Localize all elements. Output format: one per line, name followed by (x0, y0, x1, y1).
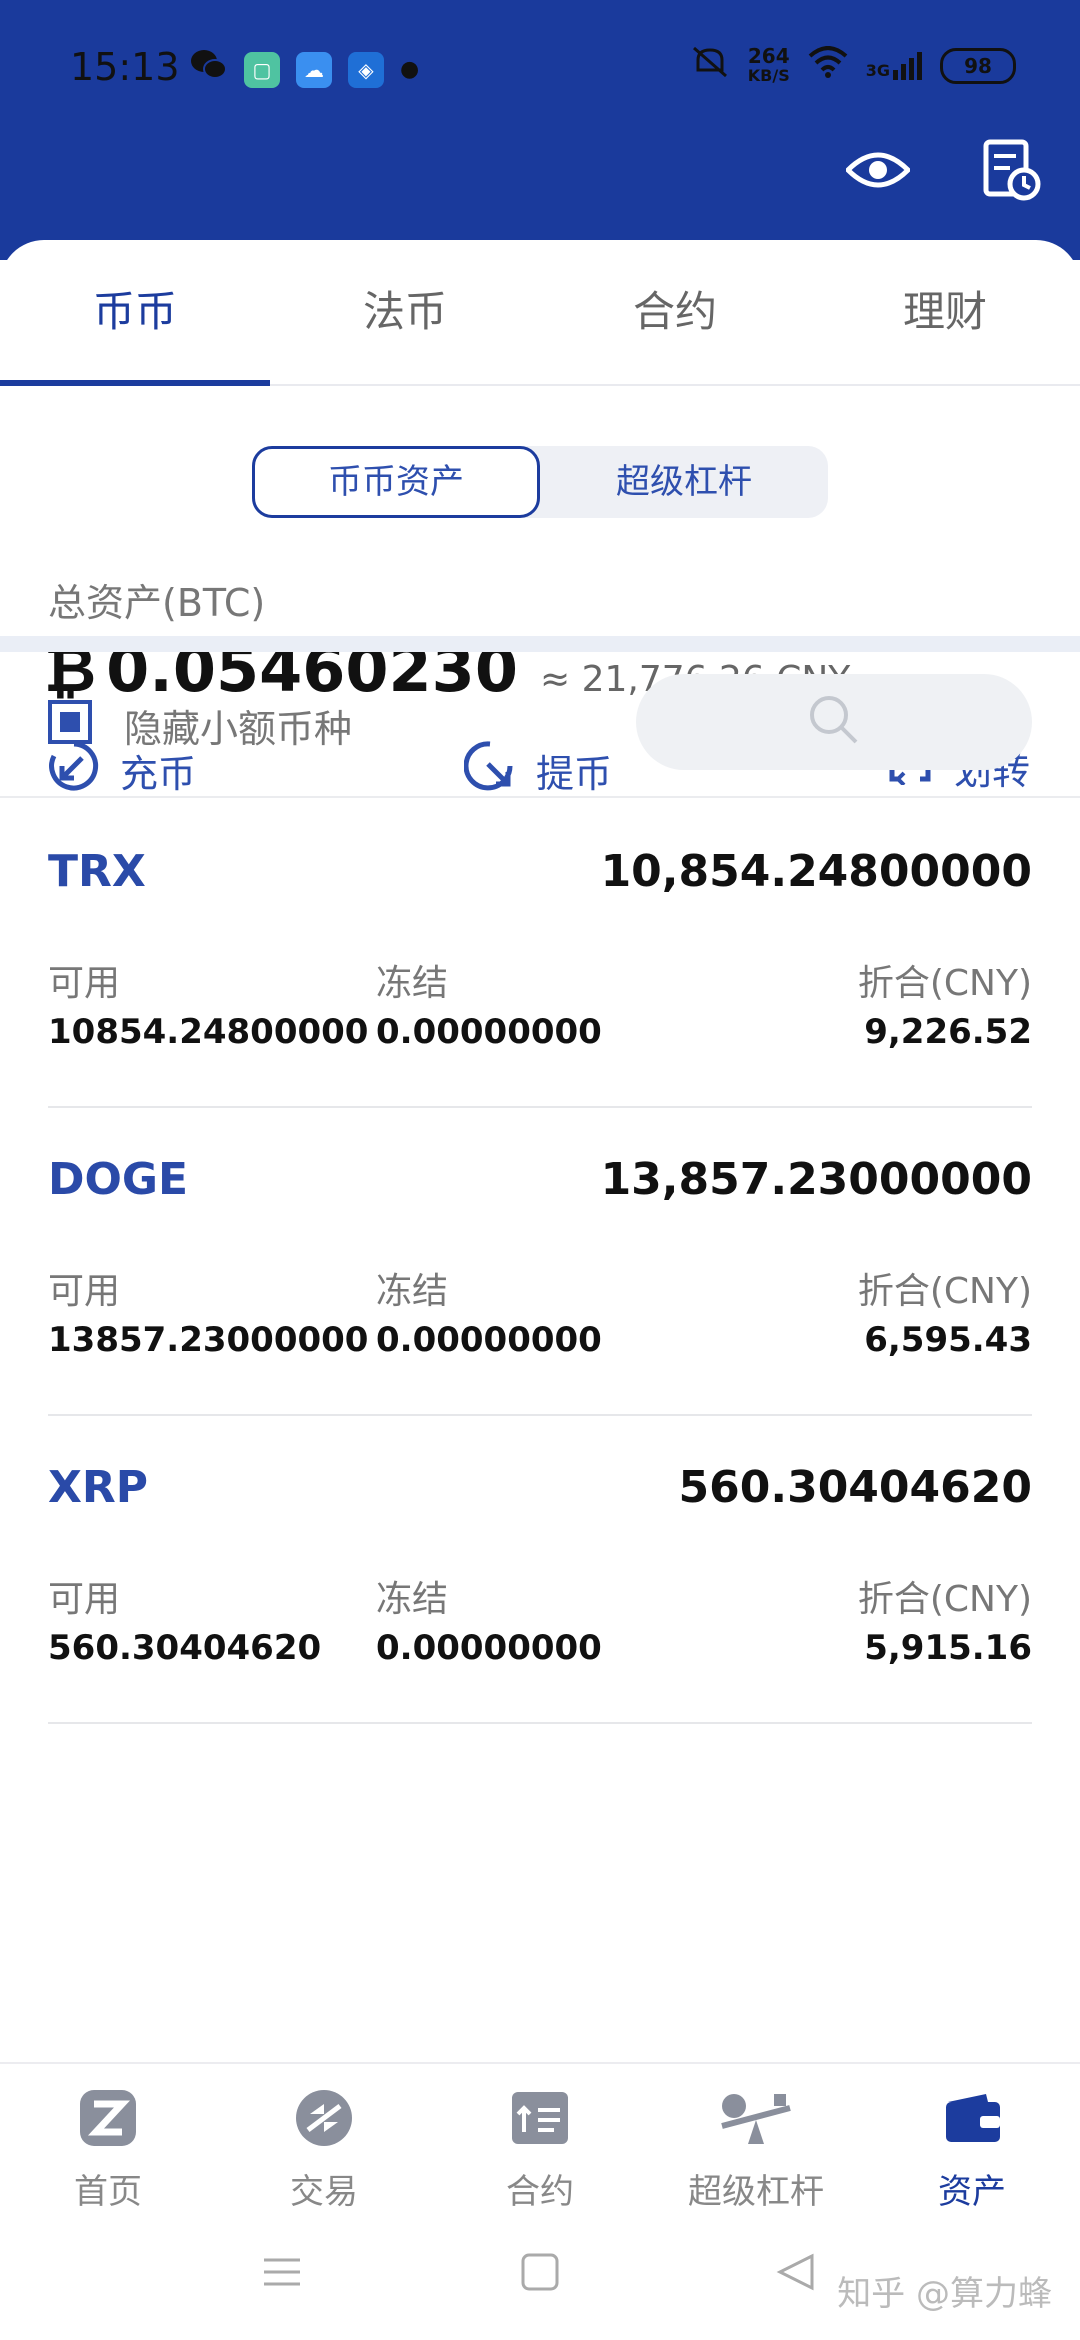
coin-amount: 560.30404620 (678, 1462, 1032, 1513)
menu-icon[interactable] (262, 2252, 302, 2296)
available-value: 560.30404620 (48, 1628, 322, 1668)
segment-super-leverage[interactable]: 超级杠杆 (540, 446, 828, 518)
content-sheet: 币币 法币 合约 理财 币币资产 超级杠杆 总资产(BTC) ₿ 0.05460… (0, 240, 1080, 2060)
gallery-app-icon: ▢ (244, 51, 280, 88)
system-navigation: 知乎 @算力蜂 (0, 2222, 1080, 2340)
available-value: 13857.23000000 (48, 1320, 369, 1360)
asset-row-xrp[interactable]: XRP 560.30404620 可用 冻结 折合(CNY) 560.30404… (48, 1414, 1032, 1724)
nav-trade[interactable]: 交易 (216, 2064, 432, 2224)
asset-tabs: 币币 法币 合约 理财 (0, 240, 1080, 386)
wallet-icon (940, 2086, 1004, 2154)
checkbox-mark (60, 712, 80, 732)
asset-type-switch: 币币资产 超级杠杆 (252, 446, 828, 518)
tab-contract[interactable]: 合约 (540, 240, 810, 384)
cny-value-label: 折合(CNY) (857, 963, 1032, 1004)
back-triangle-icon[interactable] (776, 2252, 816, 2296)
nav-contract[interactable]: 合约 (432, 2064, 648, 2224)
status-time: 15:13 (70, 45, 180, 89)
tab-finance[interactable]: 理财 (810, 240, 1080, 384)
coin-amount: 13,857.23000000 (600, 1154, 1032, 1205)
hide-small-label[interactable]: 隐藏小额币种 (124, 698, 352, 753)
coin-name: TRX (48, 846, 146, 897)
search-input[interactable] (636, 674, 1032, 770)
nav-super-leverage[interactable]: 超级杠杆 (648, 2064, 864, 2224)
nav-trade-label: 交易 (290, 2172, 358, 2212)
total-assets-label: 总资产(BTC) (48, 581, 266, 625)
frozen-value: 0.00000000 (376, 1012, 602, 1052)
status-bar: 15:13 ▢ ☁ ◈ ● 264 KB/S 3G 98 (0, 0, 1080, 130)
nav-assets[interactable]: 资产 (864, 2064, 1080, 2224)
contract-icon (508, 2086, 572, 2154)
nav-super-leverage-label: 超级杠杆 (688, 2172, 824, 2212)
status-right: 264 KB/S 3G 98 (690, 44, 1016, 87)
bottom-navigation: 首页 交易 合约 超级杠杆 资产 (0, 2062, 1080, 2224)
wifi-icon (808, 46, 848, 85)
nav-contract-label: 合约 (506, 2172, 574, 2212)
home-square-icon[interactable] (520, 2252, 560, 2296)
signal-type: 3G (865, 60, 890, 80)
frozen-label: 冻结 (376, 1579, 449, 1620)
cell-signal-icon: 3G (865, 51, 922, 80)
trade-icon (292, 2086, 356, 2154)
more-dot-icon: ● (400, 57, 420, 82)
seesaw-icon (716, 2086, 796, 2154)
frozen-label: 冻结 (376, 963, 449, 1004)
cny-value: 5,915.16 (864, 1628, 1032, 1668)
available-label: 可用 (48, 1271, 121, 1312)
tab-spot[interactable]: 币币 (0, 240, 270, 386)
section-divider (0, 636, 1080, 652)
cloud-app-icon: ☁ (296, 51, 332, 88)
battery-indicator: 98 (940, 47, 1016, 84)
asset-row-trx[interactable]: TRX 10,854.24800000 可用 冻结 折合(CNY) 10854.… (48, 798, 1032, 1108)
bank-app-icon: ◈ (348, 51, 384, 88)
asset-filter-bar: 隐藏小额币种 (0, 652, 1080, 798)
coin-name: DOGE (48, 1154, 189, 1205)
eye-icon[interactable] (846, 138, 910, 202)
coin-amount: 10,854.24800000 (600, 846, 1032, 897)
notification-icons: ▢ ☁ ◈ ● (190, 48, 419, 91)
cny-value-label: 折合(CNY) (857, 1579, 1032, 1620)
frozen-value: 0.00000000 (376, 1320, 602, 1360)
mute-icon (690, 44, 730, 87)
frozen-value: 0.00000000 (376, 1628, 602, 1668)
net-speed: 264 KB/S (748, 46, 790, 86)
search-icon (804, 690, 864, 754)
z-logo-icon (76, 2086, 140, 2154)
nav-home-label: 首页 (74, 2172, 142, 2212)
frozen-label: 冻结 (376, 1271, 449, 1312)
cny-value: 9,226.52 (864, 1012, 1032, 1052)
cny-value: 6,595.43 (864, 1320, 1032, 1360)
available-label: 可用 (48, 1579, 121, 1620)
nav-home[interactable]: 首页 (0, 2064, 216, 2224)
nav-assets-label: 资产 (938, 2172, 1006, 2212)
available-label: 可用 (48, 963, 121, 1004)
tab-fiat[interactable]: 法币 (270, 240, 540, 384)
wechat-icon (190, 48, 228, 91)
asset-row-doge[interactable]: DOGE 13,857.23000000 可用 冻结 折合(CNY) 13857… (48, 1106, 1032, 1416)
cny-value-label: 折合(CNY) (857, 1271, 1032, 1312)
coin-name: XRP (48, 1462, 149, 1513)
net-speed-unit: KB/S (747, 65, 790, 85)
watermark: 知乎 @算力蜂 (837, 2274, 1052, 2314)
battery-level: 98 (964, 53, 992, 78)
hide-small-checkbox[interactable] (48, 700, 92, 744)
header-actions (846, 138, 1044, 202)
available-value: 10854.24800000 (48, 1012, 369, 1052)
bill-history-icon[interactable] (980, 138, 1044, 202)
net-speed-value: 264 (747, 43, 790, 68)
segment-spot-assets[interactable]: 币币资产 (252, 446, 540, 518)
